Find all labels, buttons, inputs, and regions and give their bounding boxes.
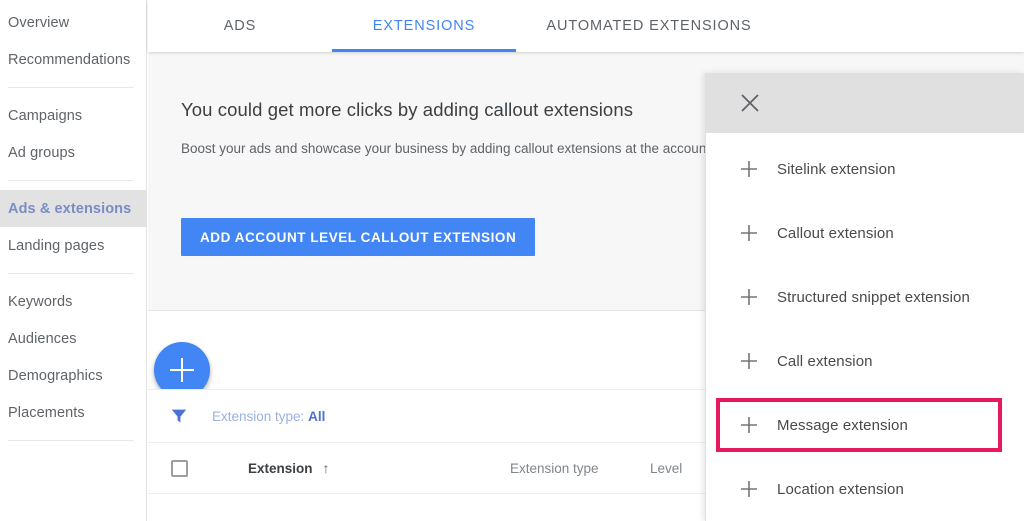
add-extension-panel: Sitelink extension Callout extension Struc… xyxy=(705,73,1024,521)
sidebar-item-overview[interactable]: Overview xyxy=(0,4,146,41)
sidebar-item-label: Demographics xyxy=(8,367,103,384)
plus-icon xyxy=(739,287,759,307)
sidebar-divider xyxy=(8,180,134,181)
sidebar-item-list: Overview Recommendations Campaigns Ad group… xyxy=(0,4,146,441)
sidebar-divider xyxy=(8,440,134,441)
plus-icon xyxy=(739,351,759,371)
sidebar-item-ads-extensions[interactable]: Ads & extensions xyxy=(0,190,146,227)
add-account-level-callout-extension-button[interactable]: ADD ACCOUNT LEVEL CALLOUT EXTENSION xyxy=(181,218,536,256)
panel-item-label: Call extension xyxy=(777,352,873,370)
sidebar-item-placements[interactable]: Placements xyxy=(0,394,146,431)
tab-ads[interactable]: ADS xyxy=(148,0,332,52)
panel-item-label: Callout extension xyxy=(777,224,894,242)
tab-label: EXTENSIONS xyxy=(372,18,476,34)
extension-type-option-list: Sitelink extension Callout extension Struc… xyxy=(706,133,1024,521)
sidebar-item-label: Ads & extensions xyxy=(8,200,132,217)
sidebar-item-landing-pages[interactable]: Landing pages xyxy=(0,227,146,264)
close-icon[interactable] xyxy=(739,92,761,114)
tab-extensions[interactable]: EXTENSIONS xyxy=(332,0,516,52)
filter-value-label: All xyxy=(308,408,326,424)
filter-extension-type-chip[interactable]: Extension type: All xyxy=(212,409,325,424)
sidebar-divider xyxy=(8,273,134,274)
sidebar-item-label: Placements xyxy=(8,404,85,421)
panel-item-call-extension[interactable]: Call extension xyxy=(706,329,1024,393)
content-tab-bar: ADS EXTENSIONS AUTOMATED EXTENSIONS xyxy=(148,0,1024,52)
sidebar-divider xyxy=(8,87,134,88)
panel-item-callout-extension[interactable]: Callout extension xyxy=(706,201,1024,265)
plus-icon xyxy=(739,479,759,499)
sidebar-item-campaigns[interactable]: Campaigns xyxy=(0,97,146,134)
panel-item-label: Message extension xyxy=(777,416,908,434)
left-sidebar-nav: Overview Recommendations Campaigns Ad group… xyxy=(0,0,147,521)
tab-label: ADS xyxy=(223,18,257,34)
plus-icon xyxy=(739,415,759,435)
sidebar-item-ad-groups[interactable]: Ad groups xyxy=(0,134,146,171)
tab-list: ADS EXTENSIONS AUTOMATED EXTENSIONS xyxy=(148,0,1024,52)
sidebar-item-label: Keywords xyxy=(8,293,73,310)
column-header-level[interactable]: Level xyxy=(650,461,682,476)
select-all-checkbox[interactable] xyxy=(171,459,188,477)
panel-item-structured-snippet-extension[interactable]: Structured snippet extension xyxy=(706,265,1024,329)
panel-header xyxy=(706,73,1024,133)
panel-item-label: Location extension xyxy=(777,480,904,498)
sidebar-item-label: Ad groups xyxy=(8,144,75,161)
panel-item-location-extension[interactable]: Location extension xyxy=(706,457,1024,521)
column-header-extension-type[interactable]: Extension type xyxy=(510,461,599,476)
sidebar-item-label: Recommendations xyxy=(8,51,131,68)
sort-ascending-icon[interactable]: ↑ xyxy=(323,460,330,476)
panel-item-label: Structured snippet extension xyxy=(777,288,970,306)
plus-icon-vertical xyxy=(181,358,183,382)
sidebar-item-label: Overview xyxy=(8,14,70,31)
panel-item-label: Sitelink extension xyxy=(777,160,896,178)
app-root: Overview Recommendations Campaigns Ad group… xyxy=(0,0,1024,521)
panel-item-sitelink-extension[interactable]: Sitelink extension xyxy=(706,137,1024,201)
sidebar-item-label: Audiences xyxy=(8,330,77,347)
sidebar-item-audiences[interactable]: Audiences xyxy=(0,320,146,357)
tab-label: AUTOMATED EXTENSIONS xyxy=(546,18,752,34)
sidebar-item-label: Campaigns xyxy=(8,107,83,124)
plus-icon xyxy=(739,223,759,243)
tab-automated-extensions[interactable]: AUTOMATED EXTENSIONS xyxy=(516,0,782,52)
sidebar-item-keywords[interactable]: Keywords xyxy=(0,283,146,320)
sidebar-item-demographics[interactable]: Demographics xyxy=(0,357,146,394)
column-header-extension[interactable]: Extension xyxy=(248,461,313,476)
tab-active-indicator xyxy=(332,49,516,52)
plus-icon xyxy=(739,159,759,179)
panel-item-message-extension[interactable]: Message extension xyxy=(706,393,1024,457)
filter-prefix-label: Extension type: xyxy=(212,408,305,424)
filter-funnel-icon[interactable] xyxy=(171,408,187,424)
sidebar-item-label: Landing pages xyxy=(8,237,105,254)
promo-title: You could get more clicks by adding call… xyxy=(181,99,634,120)
sidebar-item-recommendations[interactable]: Recommendations xyxy=(0,41,146,78)
